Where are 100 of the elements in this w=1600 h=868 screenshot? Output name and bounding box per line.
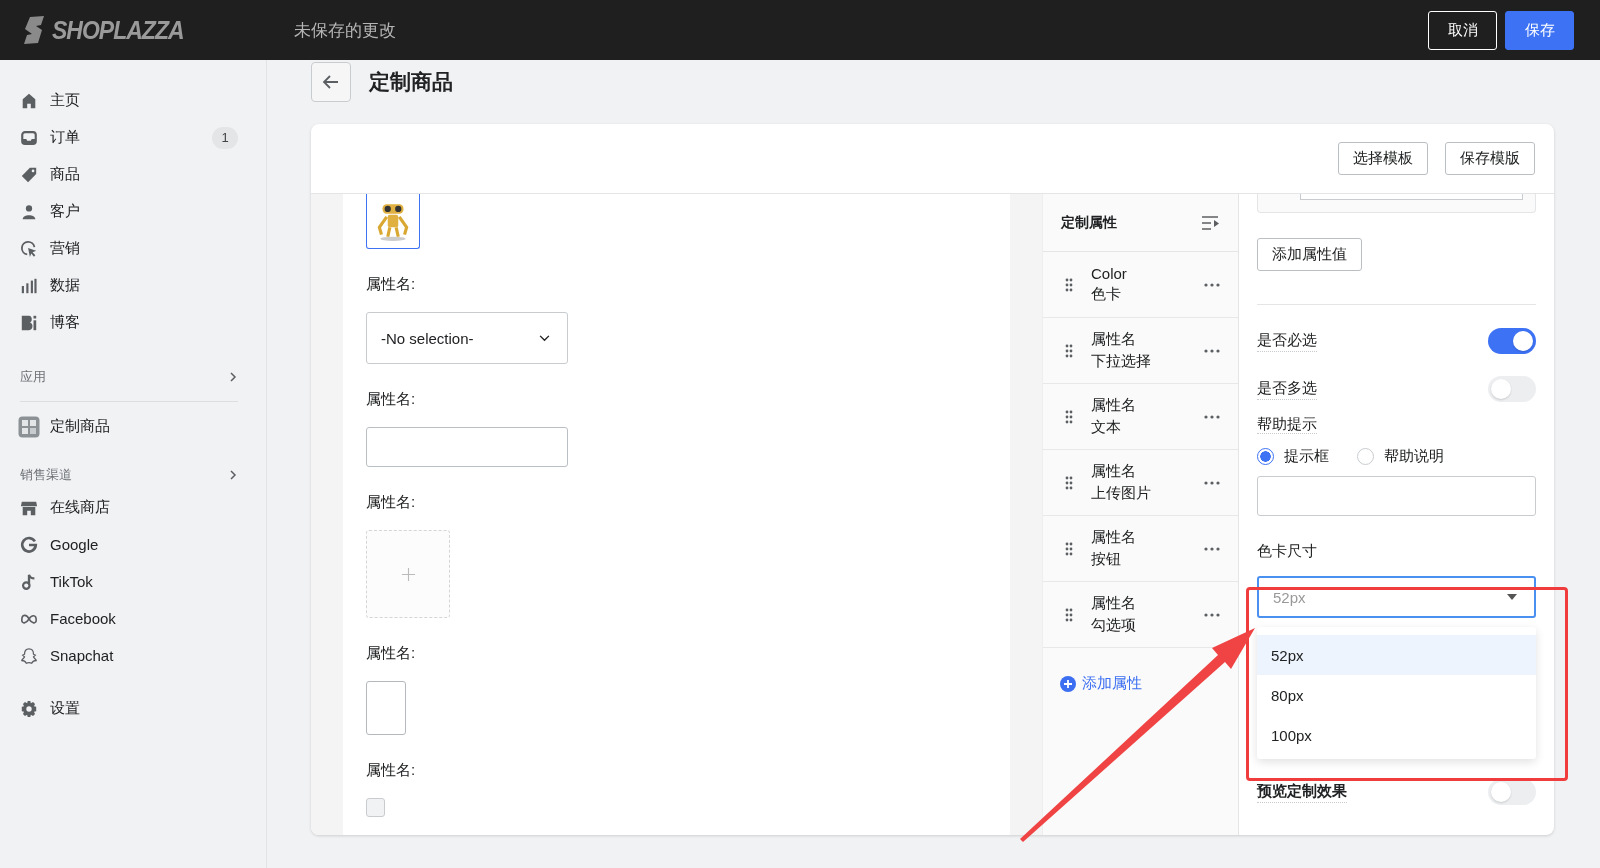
- more-icon[interactable]: [1204, 414, 1220, 419]
- setting-label: 帮助提示: [1257, 415, 1317, 434]
- checkbox[interactable]: [366, 798, 385, 817]
- nav-item[interactable]: 订单 1: [20, 119, 238, 156]
- radio-option[interactable]: 帮助说明: [1357, 447, 1444, 466]
- nav-item[interactable]: 主页: [20, 82, 238, 119]
- more-icon[interactable]: [1204, 480, 1220, 485]
- toggle-switch[interactable]: [1488, 779, 1536, 805]
- nav-item[interactable]: 数据: [20, 267, 238, 304]
- more-icon[interactable]: [1204, 282, 1220, 287]
- dropdown-option[interactable]: 52px: [1257, 635, 1536, 675]
- attribute-name: 属性名: [1091, 462, 1137, 481]
- drag-handle-icon[interactable]: [1065, 475, 1073, 490]
- setting-label: 是否多选: [1257, 378, 1317, 400]
- nav-label: 营销: [50, 239, 80, 258]
- nav-label: TikTok: [50, 573, 93, 590]
- nav-item[interactable]: 营销: [20, 230, 238, 267]
- cursor-icon: [20, 239, 38, 258]
- person-icon: [20, 202, 38, 221]
- dropdown-option[interactable]: 80px: [1257, 675, 1536, 715]
- radio-option[interactable]: 提示框: [1257, 447, 1329, 466]
- tag-icon: [20, 165, 38, 184]
- attribute-type: 上传图片: [1091, 484, 1152, 503]
- field-label: 属性名:: [366, 493, 417, 512]
- caret-down-icon: [1507, 594, 1517, 600]
- drag-handle-icon[interactable]: [1065, 343, 1073, 358]
- attribute-type: 文本: [1091, 418, 1122, 437]
- help-text-field[interactable]: [1257, 476, 1536, 516]
- drag-handle-icon[interactable]: [1065, 541, 1073, 556]
- chevron-down-icon: [539, 334, 550, 342]
- sort-list-icon[interactable]: [1201, 214, 1221, 231]
- dropdown-value: -No selection-: [381, 329, 474, 347]
- plus-icon: [400, 566, 416, 582]
- nav-item[interactable]: 设置: [20, 690, 238, 727]
- nav-item[interactable]: 定制商品: [20, 408, 238, 445]
- nav-item[interactable]: 在线商店: [20, 489, 238, 526]
- nav-item[interactable]: 客户: [20, 193, 238, 230]
- image-swatch[interactable]: [366, 194, 420, 249]
- nav-label: 数据: [50, 276, 80, 295]
- back-button[interactable]: [311, 62, 351, 102]
- add-attribute-link[interactable]: 添加属性: [1060, 674, 1142, 693]
- nav-label: 客户: [50, 202, 80, 221]
- cancel-button[interactable]: 取消: [1428, 10, 1497, 50]
- attribute-type: 下拉选择: [1091, 352, 1152, 371]
- nav-item[interactable]: Snapchat: [20, 637, 238, 674]
- field-label: 属性名:: [366, 275, 417, 294]
- more-icon[interactable]: [1204, 348, 1220, 353]
- chevron-right-icon[interactable]: [228, 470, 238, 480]
- attribute-name: 属性名: [1091, 396, 1137, 415]
- field-label: 属性名:: [366, 761, 417, 780]
- toggle-switch[interactable]: [1488, 376, 1536, 402]
- plus-circle-icon: [1060, 675, 1076, 692]
- page-title: 定制商品: [369, 69, 453, 95]
- setting-label: 色卡尺寸: [1257, 542, 1318, 561]
- logo-text: SHOPLAZZA: [52, 14, 184, 46]
- bar-chart-icon: [20, 276, 38, 295]
- dropdown-option[interactable]: 100px: [1257, 715, 1536, 755]
- chevron-right-icon[interactable]: [228, 372, 238, 382]
- attribute-name: Color: [1091, 265, 1128, 282]
- setting-label: 是否必选: [1257, 330, 1317, 352]
- unsaved-status: 未保存的更改: [294, 19, 396, 42]
- nav-item[interactable]: 商品: [20, 156, 238, 193]
- template-button[interactable]: 保存模版: [1445, 142, 1535, 175]
- count-badge: 1: [212, 126, 238, 149]
- toggle-switch[interactable]: [1488, 328, 1536, 354]
- add-value-button[interactable]: 添加属性值: [1257, 238, 1362, 271]
- nav-item[interactable]: Facebook: [20, 600, 238, 637]
- nav-label: 订单: [50, 128, 80, 147]
- blog-icon: [20, 313, 38, 332]
- nav-item[interactable]: Google: [20, 526, 238, 563]
- dropdown-field[interactable]: -No selection-: [366, 312, 568, 364]
- tray-icon: [20, 128, 38, 147]
- nav-item[interactable]: TikTok: [20, 563, 238, 600]
- attribute-type: 色卡: [1091, 285, 1122, 304]
- drag-handle-icon[interactable]: [1065, 409, 1073, 424]
- template-button[interactable]: 选择模板: [1338, 142, 1428, 175]
- attribute-type: 按钮: [1091, 550, 1122, 569]
- save-button[interactable]: 保存: [1505, 10, 1574, 50]
- drag-handle-icon[interactable]: [1065, 607, 1073, 622]
- nav-item[interactable]: 博客: [20, 304, 238, 341]
- more-icon[interactable]: [1204, 546, 1220, 551]
- nav-label: Google: [50, 536, 99, 553]
- setting-label: 预览定制效果: [1257, 781, 1347, 803]
- logo-icon: [22, 16, 46, 44]
- nav-label: Facebook: [50, 610, 116, 627]
- nav-label: 博客: [50, 313, 80, 332]
- drag-handle-icon[interactable]: [1065, 277, 1073, 292]
- settings-icon: [20, 699, 38, 718]
- field-label: 属性名:: [366, 644, 417, 663]
- text-input-field[interactable]: [366, 427, 568, 467]
- field-label: 属性名:: [366, 390, 417, 409]
- nav-label: Snapchat: [50, 647, 114, 664]
- nav-label: 定制商品: [50, 417, 110, 436]
- nav-label: 在线商店: [50, 498, 110, 517]
- section-heading: 应用: [20, 368, 46, 386]
- attribute-name: 属性名: [1091, 594, 1137, 613]
- value-input-field[interactable]: [1300, 194, 1523, 200]
- more-icon[interactable]: [1204, 612, 1220, 617]
- attribute-type: 勾选项: [1091, 616, 1137, 635]
- home-icon: [20, 91, 38, 110]
